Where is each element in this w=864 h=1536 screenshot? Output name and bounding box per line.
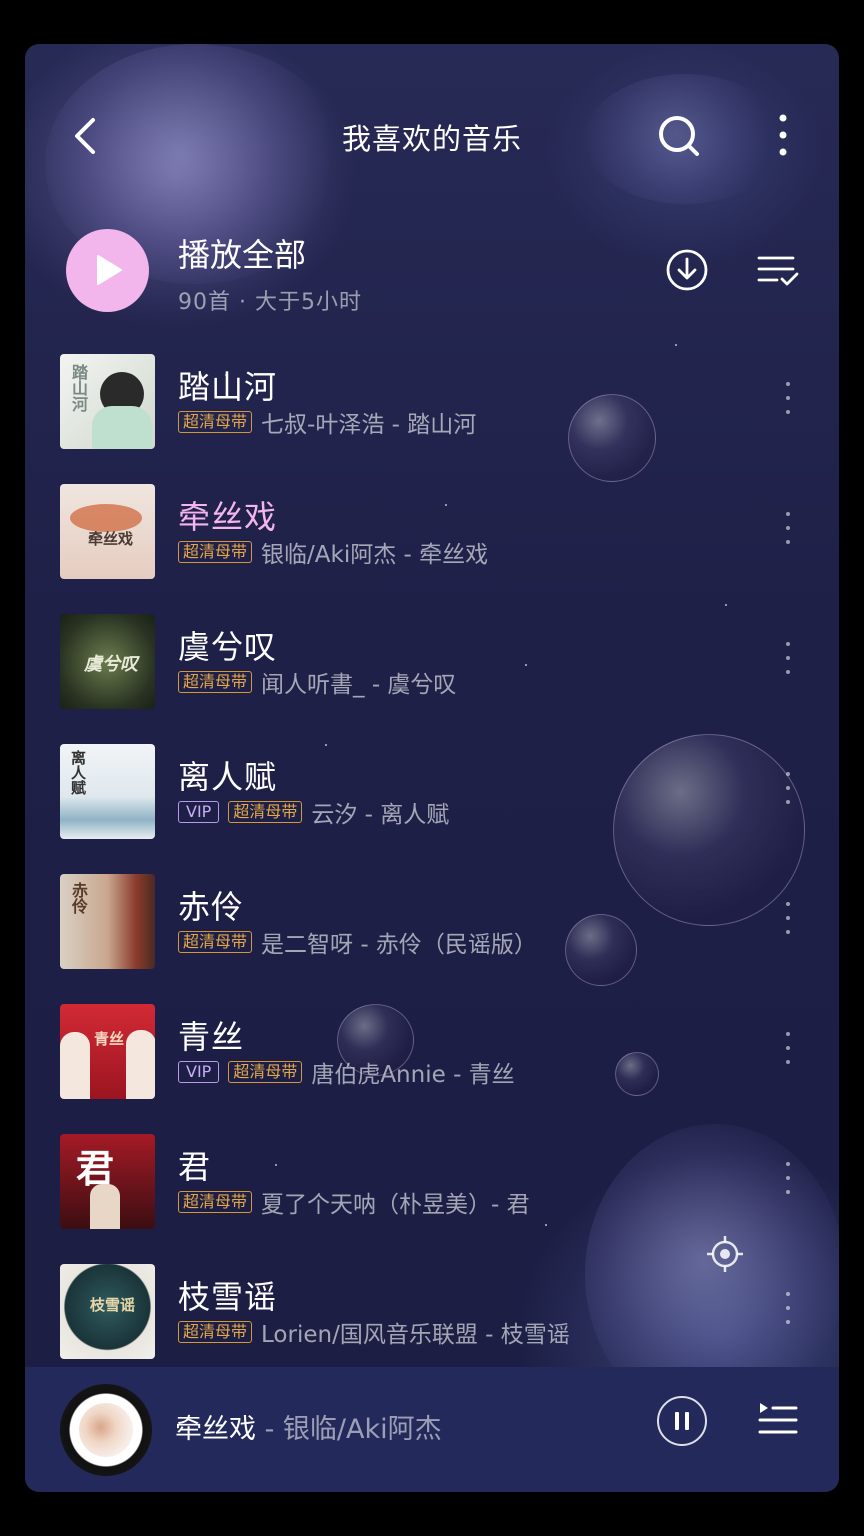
album-cover: 青丝 [60, 1004, 155, 1099]
song-title: 虞兮叹 [178, 628, 278, 666]
artist-album: 闻人听書_ - 虞兮叹 [261, 672, 457, 698]
play-all-button[interactable] [66, 229, 149, 312]
album-cover: 君 [60, 1134, 155, 1229]
song-more-button[interactable] [779, 1028, 797, 1068]
locate-icon [707, 1236, 743, 1272]
more-vertical-icon [779, 114, 787, 156]
album-cover: 牵丝戏 [60, 484, 155, 579]
artist-album: 七叔-叶泽浩 - 踏山河 [261, 412, 477, 438]
now-playing-title: 牵丝戏 [175, 1414, 256, 1445]
hq-master-badge: 超清母带 [228, 1061, 303, 1083]
song-row[interactable]: 离人赋 离人赋 VIP 超清母带 云汐 - 离人赋 [25, 734, 839, 864]
song-row[interactable]: 赤伶 赤伶 超清母带 是二智呀 - 赤伶（民谣版） [25, 864, 839, 994]
search-icon [659, 116, 699, 156]
hq-master-badge: 超清母带 [178, 1191, 253, 1213]
vip-badge: VIP [178, 1061, 220, 1083]
now-playing-cover [79, 1403, 133, 1457]
artist-album: 夏了个天呐（朴昱美）- 君 [261, 1192, 530, 1218]
artist-album: 是二智呀 - 赤伶（民谣版） [261, 932, 537, 958]
now-playing-disc[interactable] [60, 1384, 152, 1476]
vip-badge: VIP [178, 801, 220, 823]
hq-master-badge: 超清母带 [178, 931, 253, 953]
song-subtitle: 超清母带 七叔-叶泽浩 - 踏山河 [178, 408, 477, 438]
album-cover: 离人赋 [60, 744, 155, 839]
download-icon [666, 249, 708, 291]
mini-player[interactable]: 牵丝戏 - 银临/Aki阿杰 [25, 1367, 839, 1492]
album-cover: 虞兮叹 [60, 614, 155, 709]
locate-current-button[interactable] [705, 1234, 745, 1274]
song-title: 牵丝戏 [178, 498, 278, 536]
now-playing-artist: 银临/Aki阿杰 [282, 1414, 442, 1445]
song-row[interactable]: 青丝 青丝 VIP 超清母带 唐伯虎Annie - 青丝 [25, 994, 839, 1124]
download-button[interactable] [665, 248, 709, 292]
song-more-button[interactable] [779, 1288, 797, 1328]
hq-master-badge: 超清母带 [228, 801, 303, 823]
song-subtitle: 超清母带 Lorien/国风音乐联盟 - 枝雪谣 [178, 1318, 570, 1348]
song-subtitle: 超清母带 夏了个天呐（朴昱美）- 君 [178, 1188, 530, 1218]
song-more-button[interactable] [779, 508, 797, 548]
song-row[interactable]: 虞兮叹 虞兮叹 超清母带 闻人听書_ - 虞兮叹 [25, 604, 839, 734]
play-all-label[interactable]: 播放全部 [178, 230, 306, 276]
song-row[interactable]: 踏山河 踏山河 超清母带 七叔-叶泽浩 - 踏山河 [25, 344, 839, 474]
song-count-duration: 90首 · 大于5小时 [178, 290, 362, 315]
pause-icon [675, 1412, 679, 1430]
song-title: 青丝 [178, 1018, 245, 1056]
song-title: 君 [178, 1148, 212, 1186]
song-row[interactable]: 牵丝戏 牵丝戏 超清母带 银临/Aki阿杰 - 牵丝戏 [25, 474, 839, 604]
song-more-button[interactable] [779, 638, 797, 678]
multi-select-icon [757, 256, 799, 286]
album-cover: 赤伶 [60, 874, 155, 969]
song-more-button[interactable] [779, 378, 797, 418]
playlist-icon [758, 1403, 798, 1434]
playlist-button[interactable] [757, 1399, 799, 1441]
now-playing-text[interactable]: 牵丝戏 - 银临/Aki阿杰 [175, 1407, 442, 1446]
song-subtitle: VIP 超清母带 云汐 - 离人赋 [178, 798, 450, 828]
song-subtitle: 超清母带 银临/Aki阿杰 - 牵丝戏 [178, 538, 489, 568]
artist-album: 唐伯虎Annie - 青丝 [311, 1062, 515, 1088]
song-title: 枝雪谣 [178, 1278, 278, 1316]
play-icon [97, 255, 122, 285]
album-cover: 枝雪谣 [60, 1264, 155, 1359]
app-screen: 我喜欢的音乐 播放全部 90首 · 大于5小时 踏山河 踏山河 超清母带 七叔-… [25, 44, 839, 1492]
search-button[interactable] [655, 110, 705, 160]
hq-master-badge: 超清母带 [178, 541, 253, 563]
album-cover: 踏山河 [60, 354, 155, 449]
song-subtitle: VIP 超清母带 唐伯虎Annie - 青丝 [178, 1058, 515, 1088]
song-subtitle: 超清母带 闻人听書_ - 虞兮叹 [178, 668, 457, 698]
more-menu-button[interactable] [765, 110, 801, 160]
song-title: 赤伶 [178, 888, 245, 926]
song-title: 离人赋 [178, 758, 278, 796]
hq-master-badge: 超清母带 [178, 671, 253, 693]
multi-select-button[interactable] [755, 248, 801, 292]
artist-album: Lorien/国风音乐联盟 - 枝雪谣 [261, 1322, 570, 1348]
song-more-button[interactable] [779, 898, 797, 938]
song-subtitle: 超清母带 是二智呀 - 赤伶（民谣版） [178, 928, 537, 958]
hq-master-badge: 超清母带 [178, 1321, 253, 1343]
hq-master-badge: 超清母带 [178, 411, 253, 433]
song-title: 踏山河 [178, 368, 278, 406]
song-more-button[interactable] [779, 768, 797, 808]
pause-button[interactable] [657, 1396, 707, 1446]
song-more-button[interactable] [779, 1158, 797, 1198]
artist-album: 银临/Aki阿杰 - 牵丝戏 [261, 542, 489, 568]
now-playing-separator: - [256, 1414, 283, 1445]
page-title: 我喜欢的音乐 [341, 122, 522, 156]
artist-album: 云汐 - 离人赋 [311, 802, 450, 828]
